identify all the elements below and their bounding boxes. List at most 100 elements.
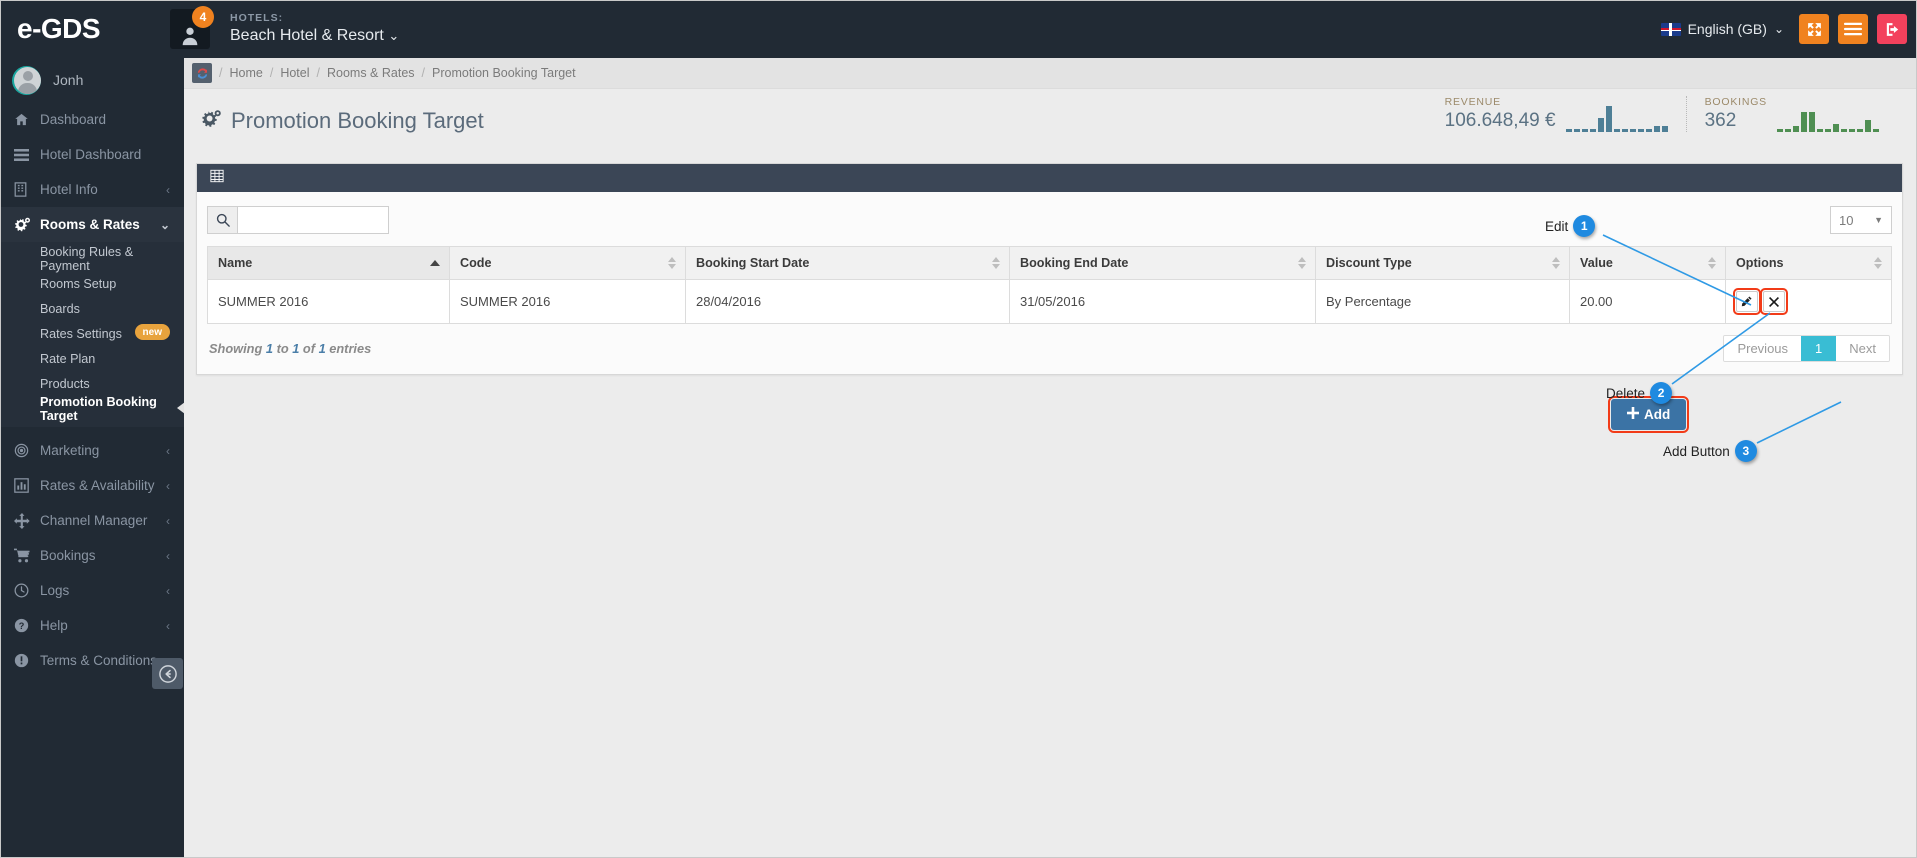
gears-icon <box>14 217 36 232</box>
cell-booking-start-date: 28/04/2016 <box>684 279 1010 324</box>
breadcrumb-item-current: Promotion Booking Target <box>432 66 576 80</box>
panel-header <box>197 164 1902 192</box>
sidebar-profile[interactable]: Jonh <box>0 58 184 102</box>
sparkline-bar <box>1849 128 1855 132</box>
breadcrumb-item-hotel[interactable]: Hotel <box>280 66 309 80</box>
delete-row-button[interactable] <box>1759 288 1788 315</box>
chevron-left-icon: ‹ <box>166 182 170 197</box>
chevron-left-icon: ‹ <box>166 443 170 458</box>
chevron-left-icon: ‹ <box>166 478 170 493</box>
hamburger-icon <box>1844 22 1862 36</box>
annotation-label: Edit <box>1545 218 1569 234</box>
row-action-buttons <box>1732 288 1881 315</box>
edit-row-button[interactable] <box>1732 288 1761 315</box>
sort-ascending-icon <box>429 260 440 266</box>
sidebar-item-rooms-setup[interactable]: Rooms Setup <box>0 271 184 296</box>
column-label: Value <box>1579 256 1613 270</box>
search-input[interactable] <box>237 206 389 234</box>
annotation-bubble: 2 <box>1650 382 1673 404</box>
revenue-sparkline <box>1565 102 1668 132</box>
logout-button[interactable] <box>1877 14 1907 44</box>
stat-value: 106.648,49 € <box>1444 110 1556 131</box>
hotels-label: HOTELS: <box>230 11 284 24</box>
sparkline-bar <box>1605 105 1612 132</box>
column-header-name[interactable]: Name <box>207 246 450 280</box>
breadcrumb-item-home[interactable]: Home <box>229 66 262 80</box>
column-header-value[interactable]: Value <box>1568 246 1726 280</box>
sidebar-item-rates-availability[interactable]: Rates & Availability ‹ <box>0 468 184 503</box>
pagination-page-1[interactable]: 1 <box>1801 336 1837 361</box>
stats-summary: REVENUE 106.648,49 € BOOKINGS 362 <box>1427 96 1897 132</box>
sidebar-item-help[interactable]: ? Help ‹ <box>0 608 184 643</box>
sidebar-label: Logs <box>40 583 70 598</box>
sidebar-item-hotel-dashboard[interactable]: Hotel Dashboard <box>0 137 184 172</box>
chart-icon <box>14 478 36 493</box>
sparkline-bar <box>1653 125 1660 132</box>
menu-button[interactable] <box>1838 14 1868 44</box>
pagination-previous[interactable]: Previous <box>1724 336 1802 361</box>
sidebar-item-booking-rules-payment[interactable]: Booking Rules & Payment <box>0 245 184 273</box>
language-label: English (GB) <box>1687 21 1767 37</box>
table-footer: Showing 1 to 1 of 1 entries Previous 1 N… <box>207 324 1892 374</box>
arrows-icon <box>14 512 36 529</box>
cross-icon <box>1768 296 1779 307</box>
sidebar-item-products[interactable]: Products <box>0 371 184 396</box>
annotation-bubble: 1 <box>1573 215 1596 237</box>
pagination-next[interactable]: Next <box>1836 336 1889 361</box>
breadcrumb-separator: / <box>421 66 425 80</box>
sparkline-bar <box>1793 125 1799 132</box>
notification-badge: 4 <box>192 6 214 28</box>
sparkline-bar <box>1857 128 1863 132</box>
question-icon: ? <box>14 618 36 633</box>
chevron-down-icon: ⌄ <box>159 217 170 232</box>
sidebar-collapse-button[interactable] <box>152 658 183 689</box>
logout-icon <box>1886 22 1898 36</box>
sidebar-item-dashboard[interactable]: Dashboard <box>0 102 184 137</box>
breadcrumb: / Home / Hotel / Rooms & Rates / Promoti… <box>184 58 1917 89</box>
annotation-edit: Edit 1 <box>1545 215 1596 237</box>
sidebar-item-bookings[interactable]: Bookings ‹ <box>0 538 184 573</box>
sidebar-item-marketing[interactable]: Marketing ‹ <box>0 433 184 468</box>
cell-value: 20.00 <box>1568 279 1726 324</box>
column-header-booking-end-date[interactable]: Booking End Date <box>1008 246 1316 280</box>
sidebar-item-boards[interactable]: Boards <box>0 296 184 321</box>
app-logo[interactable]: e-GDS <box>0 0 162 58</box>
showing-suffix: entries <box>329 341 372 356</box>
page-length-select[interactable]: 10 ▼ <box>1830 206 1892 234</box>
sidebar-item-rate-plan[interactable]: Rate Plan <box>0 346 184 371</box>
user-notifications[interactable]: 4 <box>162 0 218 58</box>
sidebar-item-channel-manager[interactable]: Channel Manager ‹ <box>0 503 184 538</box>
sort-icon <box>1707 257 1716 269</box>
sparkline-bar <box>1565 128 1572 132</box>
column-header-options[interactable]: Options <box>1724 246 1893 280</box>
sidebar-item-logs[interactable]: Logs ‹ <box>0 573 184 608</box>
sidebar-item-rates-settings[interactable]: Rates Settings new <box>0 321 184 346</box>
pagination: Previous 1 Next <box>1723 335 1890 362</box>
language-selector[interactable]: English (GB) ⌄ <box>1660 21 1784 37</box>
sidebar-item-promotion-booking-target[interactable]: Promotion Booking Target <box>0 395 184 423</box>
column-header-code[interactable]: Code <box>448 246 686 280</box>
hotel-selector[interactable]: HOTELS: Beach Hotel & Resort ⌄ <box>230 11 399 45</box>
sidebar-item-rooms-and-rates[interactable]: Rooms & Rates ⌄ <box>0 207 184 242</box>
stat-bookings: BOOKINGS 362 <box>1685 96 1897 132</box>
app-root: e-GDS 4 HOTELS: Beach Hotel & Resort ⌄ E… <box>0 0 1917 858</box>
showing-mid: to <box>276 341 289 356</box>
table-icon <box>210 169 224 188</box>
table-toolbar: 10 ▼ <box>207 202 1892 246</box>
sidebar-item-hotel-info[interactable]: Hotel Info ‹ <box>0 172 184 207</box>
sidebar-submenu-rooms-and-rates: Booking Rules & Payment Rooms Setup Boar… <box>0 242 184 427</box>
table-head: Name Code Booking Start Date Booking End… <box>207 246 1893 280</box>
sidebar: Jonh Dashboard Hotel Dashboard Hotel Inf… <box>0 58 184 858</box>
breadcrumb-item-rooms-rates[interactable]: Rooms & Rates <box>327 66 415 80</box>
fullscreen-button[interactable] <box>1799 14 1829 44</box>
breadcrumb-separator: / <box>269 66 274 80</box>
annotation-label: Add Button <box>1663 443 1730 459</box>
table-row[interactable]: SUMMER 2016 SUMMER 2016 28/04/2016 31/05… <box>207 279 1893 324</box>
refresh-button[interactable] <box>192 63 212 83</box>
column-header-booking-start-date[interactable]: Booking Start Date <box>684 246 1010 280</box>
sidebar-label: Rooms & Rates <box>40 217 140 232</box>
sparkline-bar <box>1825 128 1831 132</box>
sparkline-bar <box>1801 111 1807 132</box>
sidebar-sub-label: Products <box>40 376 90 391</box>
column-header-discount-type[interactable]: Discount Type <box>1314 246 1570 280</box>
